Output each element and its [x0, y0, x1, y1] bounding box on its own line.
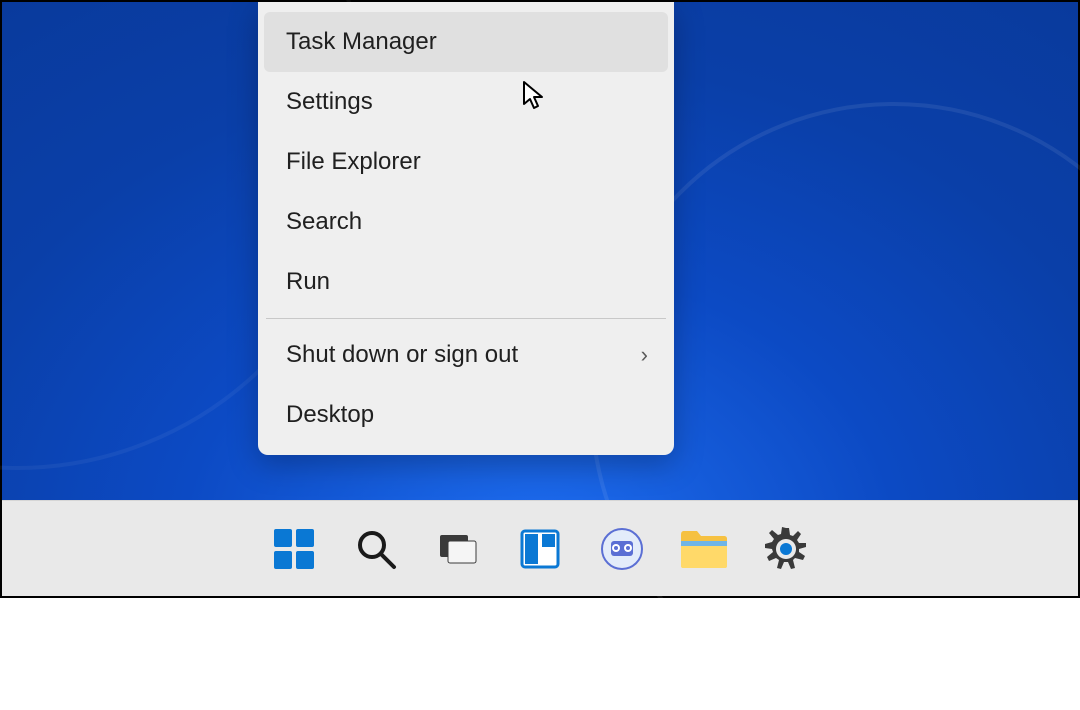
taskbar-start-button[interactable]: [264, 519, 324, 579]
taskbar-task-view-button[interactable]: [428, 519, 488, 579]
menu-item-label: File Explorer: [286, 148, 421, 176]
menu-item-label: Run: [286, 268, 330, 296]
menu-item-desktop[interactable]: Desktop: [264, 385, 668, 445]
taskbar-chat-button[interactable]: [592, 519, 652, 579]
menu-item-run[interactable]: Run: [264, 252, 668, 312]
taskbar-file-explorer-button[interactable]: [674, 519, 734, 579]
menu-item-task-manager[interactable]: Task Manager: [264, 12, 668, 72]
taskbar-settings-button[interactable]: [756, 519, 816, 579]
menu-item-label: Desktop: [286, 401, 374, 429]
file-explorer-icon: [679, 527, 729, 571]
menu-item-file-explorer[interactable]: File Explorer: [264, 132, 668, 192]
menu-item-label: Task Manager: [286, 28, 437, 56]
menu-separator: [266, 318, 666, 319]
menu-item-search[interactable]: Search: [264, 192, 668, 252]
widgets-icon: [516, 525, 564, 573]
search-icon: [352, 525, 400, 573]
cursor-icon: [522, 80, 550, 117]
taskbar-search-button[interactable]: [346, 519, 406, 579]
menu-item-label: Shut down or sign out: [286, 341, 518, 369]
chevron-right-icon: ›: [641, 342, 648, 368]
menu-item-label: Search: [286, 208, 362, 236]
task-view-icon: [434, 525, 482, 573]
winx-context-menu: Task Manager Settings File Explorer Sear…: [258, 2, 674, 455]
menu-item-shutdown-signout[interactable]: Shut down or sign out ›: [264, 325, 668, 385]
taskbar-widgets-button[interactable]: [510, 519, 570, 579]
menu-item-settings[interactable]: Settings: [264, 72, 668, 132]
chat-icon: [598, 525, 646, 573]
taskbar: [2, 500, 1078, 596]
menu-item-label: Settings: [286, 88, 373, 116]
start-icon: [270, 525, 318, 573]
settings-icon: [762, 525, 810, 573]
